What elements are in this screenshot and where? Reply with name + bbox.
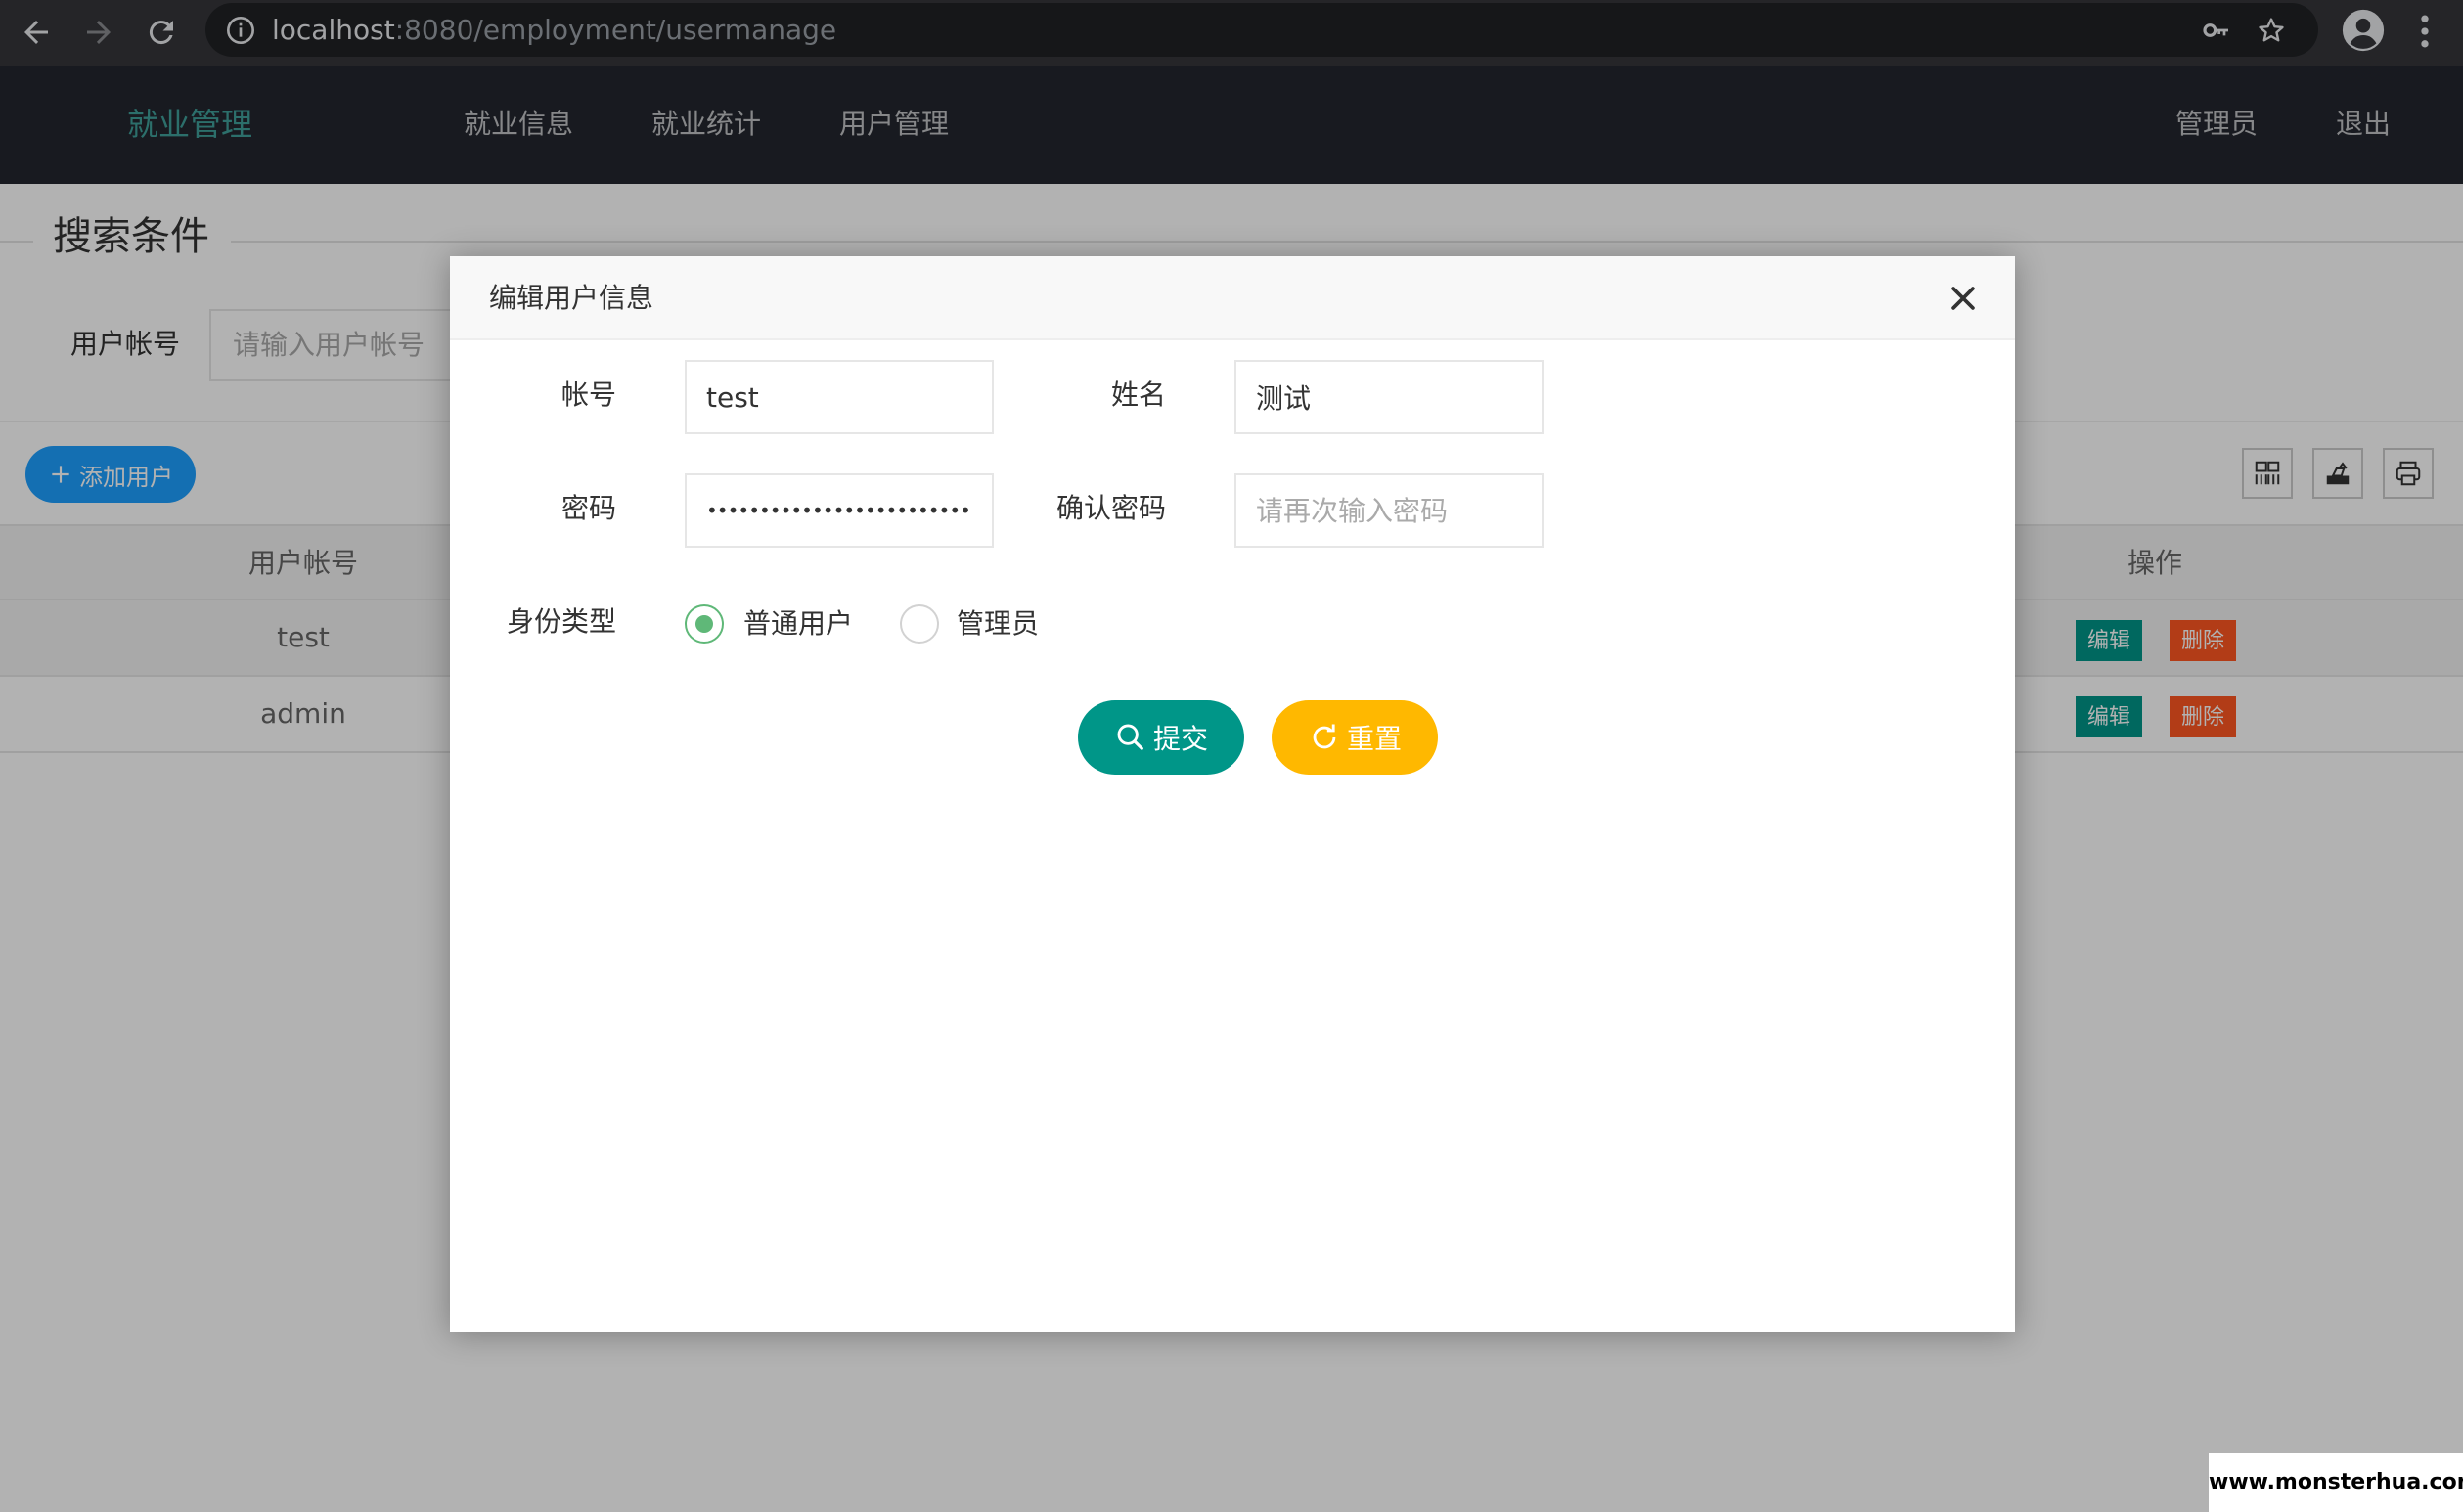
password-label: 密码 (560, 492, 616, 524)
modal-title: 编辑用户信息 (489, 282, 654, 314)
confirm-password-input[interactable] (1234, 473, 1544, 548)
submit-label: 提交 (1152, 723, 1208, 755)
password-input[interactable] (685, 473, 994, 548)
submit-button[interactable]: 提交 (1078, 700, 1244, 775)
confirm-password-label: 确认密码 (1055, 492, 1166, 524)
role-radio-admin[interactable] (900, 604, 939, 644)
watermark: www.monsterhua.com (2209, 1453, 2463, 1512)
name-input[interactable] (1234, 360, 1544, 434)
account-label: 帐号 (560, 378, 616, 411)
role-radio-normal[interactable] (685, 604, 724, 644)
close-icon[interactable] (1947, 282, 1980, 315)
reset-button[interactable]: 重置 (1272, 700, 1438, 775)
refresh-icon (1313, 724, 1336, 749)
search-icon (1117, 724, 1143, 750)
role-option-admin-label[interactable]: 管理员 (957, 606, 1039, 642)
name-label: 姓名 (1110, 378, 1166, 411)
role-label: 身份类型 (506, 605, 616, 638)
edit-user-modal: 编辑用户信息 帐号 姓名 密码 确认密码 身份类型 普通用户 管理员 提交 重置 (450, 256, 2015, 1332)
reset-label: 重置 (1346, 723, 1402, 755)
modal-header: 编辑用户信息 (450, 256, 2015, 340)
account-input[interactable] (685, 360, 994, 434)
role-option-normal-label[interactable]: 普通用户 (743, 606, 853, 642)
